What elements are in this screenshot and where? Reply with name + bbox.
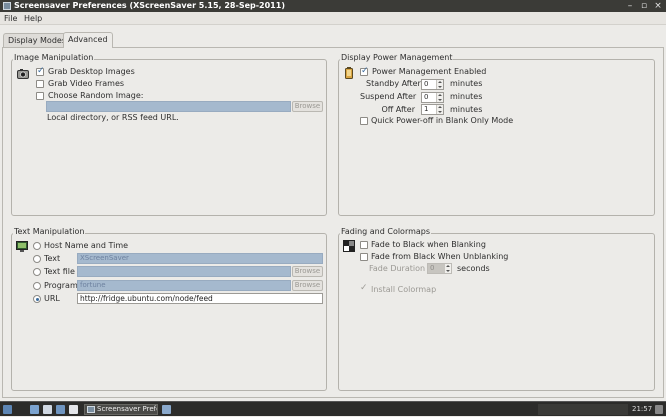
fading-label: Fading and Colormaps (340, 227, 432, 236)
taskbar: Screensaver Prefere... 21:57 (0, 401, 666, 416)
task-window-icon (87, 406, 95, 413)
program-label: Program (44, 281, 78, 290)
monitor-icon (16, 241, 28, 252)
fade-duration-spinner[interactable]: 0 (427, 263, 452, 274)
grab-video-checkbox[interactable] (36, 80, 44, 88)
standby-value: 0 (424, 80, 429, 88)
taskbar-window-button[interactable]: Screensaver Prefere... (84, 404, 158, 415)
text-label: Text (44, 254, 61, 263)
fade-from-black-checkbox[interactable] (360, 253, 368, 261)
power-icon (344, 67, 354, 79)
menu-help[interactable]: Help (24, 12, 42, 25)
seconds-label: seconds (457, 264, 490, 273)
quick-off-checkbox[interactable] (360, 117, 368, 125)
standby-spinner[interactable]: 0 (421, 79, 444, 90)
install-colormap-checkbox[interactable] (360, 283, 368, 294)
program-browse-button[interactable]: Browse (292, 280, 323, 291)
off-unit: minutes (450, 105, 483, 114)
folder-icon[interactable] (162, 405, 171, 414)
off-label: Off After (381, 105, 415, 114)
choose-random-label: Choose Random Image: (48, 91, 144, 100)
suspend-value: 0 (424, 93, 429, 101)
install-colormap-label: Install Colormap (371, 285, 437, 294)
image-hint-text: Local directory, or RSS feed URL. (47, 113, 179, 122)
tab-advanced[interactable]: Advanced (63, 32, 113, 48)
desktop-icon[interactable] (43, 405, 52, 414)
system-tray (538, 404, 628, 415)
fade-duration-label: Fade Duration (369, 264, 426, 273)
window-title: Screensaver Preferences (XScreenSaver 5.… (14, 1, 285, 10)
clock: 21:57 (632, 405, 653, 413)
menu-file[interactable]: File (4, 12, 17, 25)
power-enabled-label: Power Management Enabled (372, 67, 487, 76)
quick-off-label: Quick Power-off in Blank Only Mode (371, 116, 514, 125)
text-radio[interactable] (33, 255, 41, 263)
browser-icon[interactable] (69, 405, 78, 414)
minimize-icon[interactable]: – (624, 0, 636, 12)
file-manager-icon[interactable] (30, 405, 39, 414)
terminal-icon[interactable] (56, 405, 65, 414)
host-label: Host Name and Time (44, 241, 129, 250)
suspend-label: Suspend After (360, 92, 417, 101)
title-bar[interactable]: Screensaver Preferences (XScreenSaver 5.… (0, 0, 666, 12)
grab-desktop-label: Grab Desktop Images (48, 67, 135, 76)
fade-to-black-checkbox[interactable] (360, 241, 368, 249)
url-radio[interactable] (33, 295, 41, 303)
url-input[interactable]: http://fridge.ubuntu.com/node/feed (77, 293, 323, 304)
text-manipulation-label: Text Manipulation (13, 227, 86, 236)
text-input[interactable]: XScreenSaver (77, 253, 323, 264)
off-spinner[interactable]: 1 (421, 104, 444, 115)
app-icon (3, 2, 11, 10)
standby-label: Standby After (366, 79, 421, 88)
standby-unit: minutes (450, 79, 483, 88)
menu-bar: File Help (0, 12, 666, 25)
fade-to-black-label: Fade to Black when Blanking (371, 240, 486, 249)
colormap-icon (343, 240, 355, 252)
random-image-path-input[interactable] (46, 101, 291, 112)
grab-video-label: Grab Video Frames (48, 79, 125, 88)
start-menu-icon[interactable] (3, 405, 12, 414)
off-value: 1 (424, 105, 429, 113)
fade-duration-value: 0 (430, 264, 435, 272)
program-radio[interactable] (33, 282, 41, 290)
fade-from-black-label: Fade from Black When Unblanking (371, 252, 509, 261)
program-input[interactable]: fortune (77, 280, 291, 291)
grab-desktop-checkbox[interactable] (36, 66, 45, 76)
power-enabled-checkbox[interactable] (360, 66, 369, 76)
image-manipulation-label: Image Manipulation (13, 53, 95, 62)
textfile-browse-button[interactable]: Browse (292, 266, 323, 277)
choose-random-checkbox[interactable] (36, 92, 44, 100)
textfile-input[interactable] (77, 266, 291, 277)
close-icon[interactable]: × (652, 0, 664, 12)
host-radio[interactable] (33, 242, 41, 250)
textfile-radio[interactable] (33, 268, 41, 276)
url-label: URL (44, 294, 60, 303)
suspend-unit: minutes (450, 92, 483, 101)
image-browse-button[interactable]: Browse (292, 101, 323, 112)
camera-icon (17, 68, 29, 80)
power-management-label: Display Power Management (340, 53, 454, 62)
maximize-icon[interactable]: ▫ (638, 0, 650, 12)
textfile-label: Text file (44, 267, 75, 276)
suspend-spinner[interactable]: 0 (421, 92, 444, 103)
logout-icon[interactable] (655, 405, 663, 414)
tab-display-modes[interactable]: Display Modes (3, 33, 71, 47)
